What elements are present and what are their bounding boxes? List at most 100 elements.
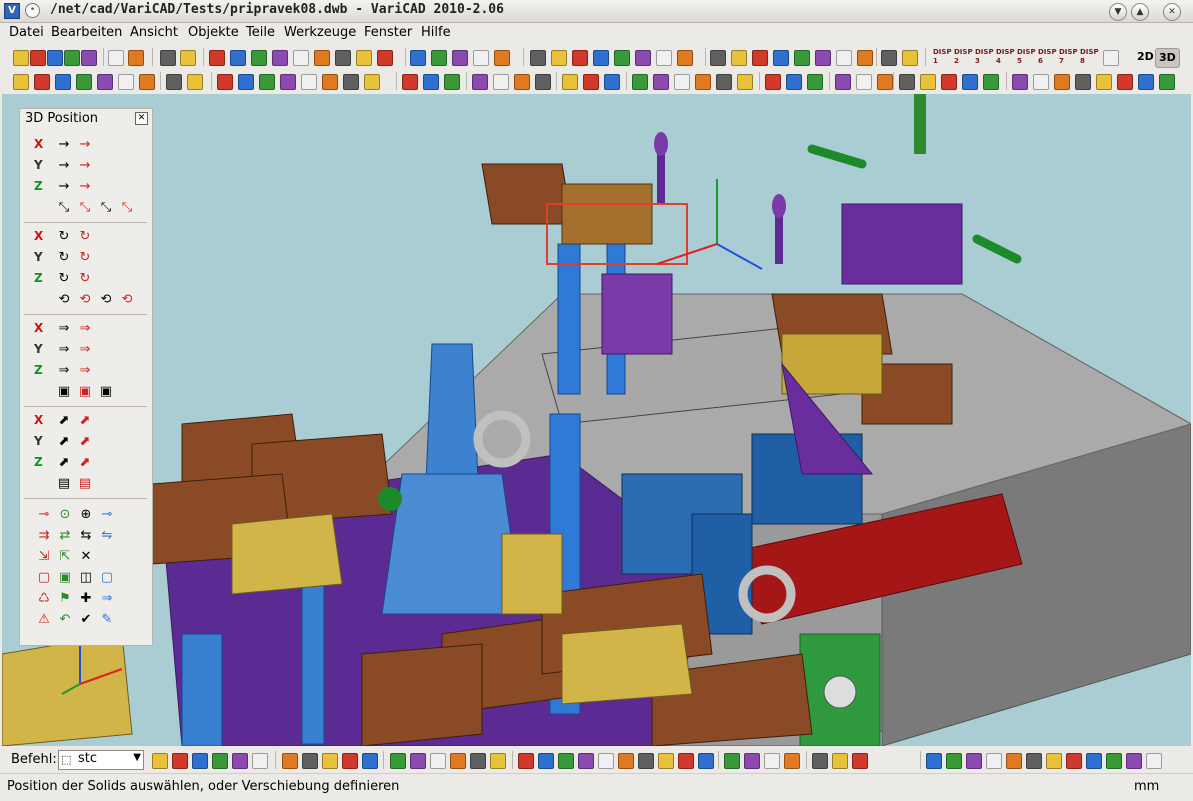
view-tool-icon[interactable] bbox=[1096, 74, 1112, 90]
tool-grid-button[interactable]: ⊸ bbox=[36, 507, 52, 523]
rotate-extra-button[interactable]: ⟲ bbox=[56, 292, 72, 308]
rotate-extra-button[interactable]: ⟲ bbox=[119, 292, 135, 308]
cmd-tool-icon[interactable] bbox=[744, 753, 760, 769]
main-tool-icon[interactable] bbox=[30, 50, 46, 66]
view-tool-icon[interactable] bbox=[1117, 74, 1133, 90]
view-tool-icon[interactable] bbox=[899, 74, 915, 90]
main-tool-icon[interactable] bbox=[473, 50, 489, 66]
view-tool-icon[interactable] bbox=[807, 74, 823, 90]
view-tool-icon[interactable] bbox=[920, 74, 936, 90]
maximize-button[interactable]: ▲ bbox=[1131, 3, 1149, 21]
view-tool-icon[interactable] bbox=[493, 74, 509, 90]
cmd-tool-icon[interactable] bbox=[232, 753, 248, 769]
view-tool-icon[interactable] bbox=[472, 74, 488, 90]
main-tool-icon[interactable] bbox=[710, 50, 726, 66]
align-x-button[interactable]: ⬈ bbox=[56, 413, 72, 429]
view-tool-icon[interactable] bbox=[535, 74, 551, 90]
cmd-tool-icon[interactable] bbox=[342, 753, 358, 769]
cmd-tool-icon[interactable] bbox=[926, 753, 942, 769]
tool-grid-button[interactable]: ⊸ bbox=[99, 507, 115, 523]
move-extra-button[interactable]: ⤡ bbox=[77, 200, 93, 216]
view-tool-icon[interactable] bbox=[322, 74, 338, 90]
view-tool-icon[interactable] bbox=[983, 74, 999, 90]
main-tool-icon[interactable] bbox=[108, 50, 124, 66]
view-tool-icon[interactable] bbox=[444, 74, 460, 90]
tool-grid-button[interactable]: ⚠ bbox=[36, 612, 52, 628]
main-tool-icon[interactable] bbox=[180, 50, 196, 66]
cmd-tool-icon[interactable] bbox=[784, 753, 800, 769]
view-tool-icon[interactable] bbox=[166, 74, 182, 90]
view-tool-icon[interactable] bbox=[716, 74, 732, 90]
main-tool-icon[interactable] bbox=[410, 50, 426, 66]
view-tool-icon[interactable] bbox=[632, 74, 648, 90]
align-y-button[interactable]: ⬈ bbox=[56, 434, 72, 450]
cmd-tool-icon[interactable] bbox=[410, 753, 426, 769]
main-tool-icon[interactable] bbox=[335, 50, 351, 66]
cmd-tool-icon[interactable] bbox=[598, 753, 614, 769]
copy-y-button[interactable]: ⇒ bbox=[56, 342, 72, 358]
tool-grid-button[interactable]: ⇄ bbox=[57, 528, 73, 544]
view-tool-icon[interactable] bbox=[187, 74, 203, 90]
tool-grid-button[interactable]: ↶ bbox=[57, 612, 73, 628]
main-tool-icon[interactable] bbox=[81, 50, 97, 66]
cmd-tool-icon[interactable] bbox=[390, 753, 406, 769]
move-y-button[interactable]: → bbox=[56, 158, 72, 174]
cmd-tool-icon[interactable] bbox=[946, 753, 962, 769]
view-tool-icon[interactable] bbox=[737, 74, 753, 90]
main-tool-icon[interactable] bbox=[377, 50, 393, 66]
cmd-tool-icon[interactable] bbox=[832, 753, 848, 769]
move-extra-button[interactable]: ⤡ bbox=[98, 200, 114, 216]
cmd-tool-icon[interactable] bbox=[282, 753, 298, 769]
view-tool-icon[interactable] bbox=[1138, 74, 1154, 90]
main-tool-icon[interactable] bbox=[815, 50, 831, 66]
tool-grid-button[interactable]: ⇲ bbox=[36, 549, 52, 565]
view-tool-icon[interactable] bbox=[674, 74, 690, 90]
view-tool-icon[interactable] bbox=[1012, 74, 1028, 90]
main-tool-icon[interactable] bbox=[572, 50, 588, 66]
close-button[interactable]: ✕ bbox=[1163, 3, 1181, 21]
main-tool-icon[interactable] bbox=[677, 50, 693, 66]
view-tool-icon[interactable] bbox=[1075, 74, 1091, 90]
cmd-tool-icon[interactable] bbox=[1126, 753, 1142, 769]
align-extra-button[interactable]: ▤ bbox=[56, 476, 72, 492]
view-tool-icon[interactable] bbox=[364, 74, 380, 90]
main-tool-icon[interactable] bbox=[64, 50, 80, 66]
menu-bearbeiten[interactable]: Bearbeiten bbox=[51, 25, 122, 40]
main-tool-icon[interactable] bbox=[431, 50, 447, 66]
cmd-tool-icon[interactable] bbox=[252, 753, 268, 769]
main-tool-icon[interactable] bbox=[13, 50, 29, 66]
view-tool-icon[interactable] bbox=[653, 74, 669, 90]
cmd-tool-icon[interactable] bbox=[1066, 753, 1082, 769]
move-z-button[interactable]: → bbox=[56, 179, 72, 195]
disp-button[interactable]: DISP 6 bbox=[1035, 48, 1057, 66]
view-tool-icon[interactable] bbox=[835, 74, 851, 90]
cmd-tool-icon[interactable] bbox=[724, 753, 740, 769]
cmd-tool-icon[interactable] bbox=[678, 753, 694, 769]
view-tool-icon[interactable] bbox=[423, 74, 439, 90]
tool-grid-button[interactable]: ⊙ bbox=[57, 507, 73, 523]
view-tool-icon[interactable] bbox=[562, 74, 578, 90]
main-tool-icon[interactable] bbox=[773, 50, 789, 66]
menu-datei[interactable]: Datei bbox=[9, 25, 44, 40]
menu-fenster[interactable]: Fenster bbox=[364, 25, 412, 40]
menu-teile[interactable]: Teile bbox=[246, 25, 275, 40]
main-tool-icon[interactable] bbox=[128, 50, 144, 66]
main-tool-icon[interactable] bbox=[752, 50, 768, 66]
align-y-step-button[interactable]: ⬈ bbox=[77, 434, 93, 450]
tool-grid-button[interactable]: ◫ bbox=[78, 570, 94, 586]
view-tool-icon[interactable] bbox=[786, 74, 802, 90]
mode-2d-button[interactable]: 2D bbox=[1134, 48, 1157, 66]
move-extra-button[interactable]: ⤡ bbox=[56, 200, 72, 216]
disp-button[interactable]: DISP 1 bbox=[930, 48, 952, 66]
cmd-tool-icon[interactable] bbox=[966, 753, 982, 769]
menu-werkzeuge[interactable]: Werkzeuge bbox=[284, 25, 356, 40]
main-tool-icon[interactable] bbox=[272, 50, 288, 66]
rotate-x-step-button[interactable]: ↻ bbox=[77, 229, 93, 245]
disp-button[interactable]: DISP 7 bbox=[1056, 48, 1078, 66]
copy-extra-button[interactable]: ▣ bbox=[77, 384, 93, 400]
disp-button[interactable]: DISP 4 bbox=[993, 48, 1015, 66]
view-tool-icon[interactable] bbox=[139, 74, 155, 90]
cmd-tool-icon[interactable] bbox=[1046, 753, 1062, 769]
view-tool-icon[interactable] bbox=[259, 74, 275, 90]
tool-grid-button[interactable]: ⇉ bbox=[36, 528, 52, 544]
